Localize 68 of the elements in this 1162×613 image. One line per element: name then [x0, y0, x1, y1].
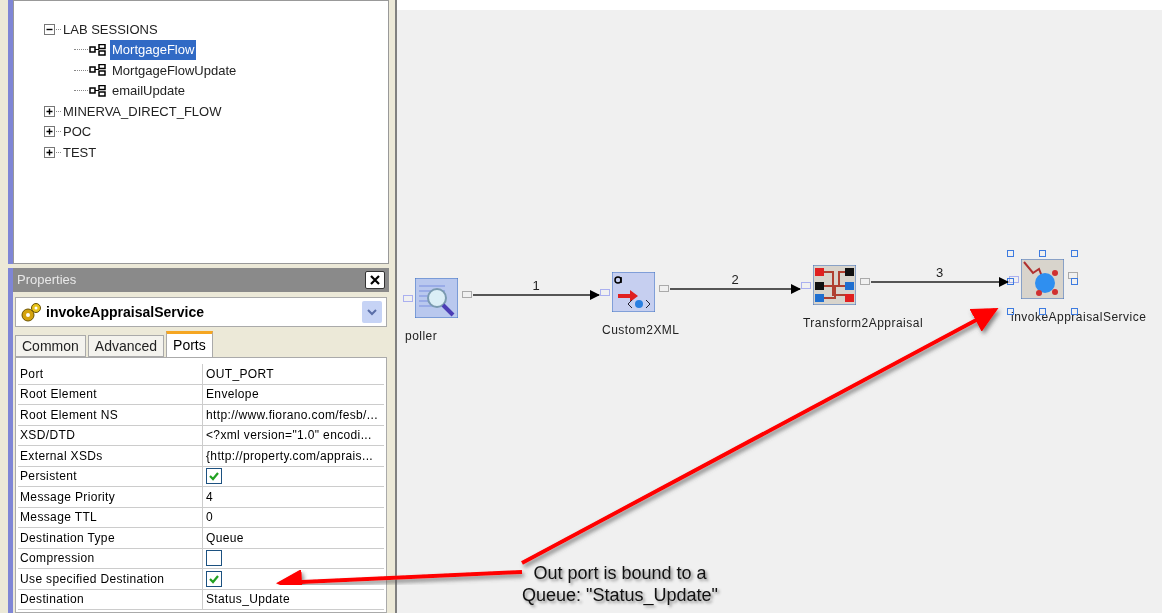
property-name: Persistent [18, 466, 203, 486]
checkbox[interactable] [206, 570, 222, 587]
tree-item[interactable]: MINERVA_DIRECT_FLOW [62, 101, 223, 121]
property-value: <?xml version="1.0" encodi... [206, 427, 372, 445]
expand-icon[interactable] [44, 146, 55, 158]
close-button[interactable] [365, 271, 385, 289]
flow-icon [89, 84, 107, 97]
node-label: poller [405, 328, 438, 345]
expand-icon[interactable] [44, 126, 55, 138]
property-value: Envelope [206, 386, 259, 404]
output-port [860, 278, 870, 285]
collapse-icon[interactable] [44, 23, 55, 35]
flow-icon [89, 43, 107, 56]
node-label: invokeAppraisalService [1011, 309, 1147, 326]
output-port [462, 291, 472, 298]
close-icon [369, 274, 381, 286]
annotation-text: Out port is bound to a Queue: "Status_Update" [521, 562, 719, 606]
property-value: 4 [206, 488, 214, 506]
tab[interactable]: Advanced [87, 335, 165, 357]
property-value: Queue [206, 529, 244, 547]
property-name: External XSDs [18, 446, 203, 466]
property-name: Compression [18, 548, 203, 568]
property-name: Root Element NS [18, 405, 203, 425]
component-name: invokeAppraisalService [46, 302, 205, 322]
property-value: {http://property.com/apprais... [206, 447, 373, 465]
tree-item[interactable]: TEST [62, 142, 98, 162]
output-port [1068, 272, 1078, 279]
property-value: Status_Update [206, 591, 291, 609]
component-node-icon[interactable] [415, 278, 458, 318]
component-node-icon[interactable] [612, 272, 655, 312]
property-name: Message Priority [18, 487, 203, 507]
property-name: Message TTL [18, 507, 203, 527]
expand-icon[interactable] [44, 105, 55, 117]
property-name: Destination Type [18, 528, 203, 548]
property-value: http://www.fiorano.com/fesb/... [206, 406, 378, 424]
component-node-icon[interactable] [1021, 259, 1064, 299]
tree-item[interactable]: LAB SESSIONS [62, 19, 159, 39]
output-port [659, 285, 669, 292]
tree-item[interactable]: MortgageFlowUpdate [110, 60, 239, 80]
node-label: Transform2Appraisal [803, 315, 924, 332]
panel-title: Properties [17, 271, 77, 290]
tree-item[interactable]: emailUpdate [110, 81, 187, 101]
property-name: Port [18, 364, 203, 384]
component-dropdown[interactable]: invokeAppraisalService [15, 297, 387, 327]
connection-label: 2 [731, 272, 739, 287]
input-port [600, 289, 610, 296]
property-name: XSD/DTD [18, 425, 203, 445]
connection-label: 3 [935, 265, 944, 280]
tree-item[interactable]: POC [62, 122, 93, 142]
connection-label: 1 [532, 278, 540, 293]
property-name: Root Element [18, 384, 203, 404]
input-port [801, 282, 811, 289]
property-value: 0 [206, 509, 214, 527]
dropdown-caret-icon[interactable] [362, 301, 382, 323]
input-port [403, 295, 413, 302]
tab[interactable]: Common [15, 335, 86, 357]
gears-icon [20, 302, 42, 322]
tree-item[interactable]: MortgageFlow [110, 40, 197, 60]
input-port [1009, 276, 1019, 283]
property-value: OUT_PORT [206, 365, 274, 383]
node-label: Custom2XML [602, 322, 680, 339]
property-name: Destination [18, 589, 203, 609]
checkbox[interactable] [206, 550, 222, 567]
property-name: Use specified Destination [18, 569, 203, 589]
flow-icon [89, 64, 107, 77]
tab[interactable]: Ports [166, 331, 213, 357]
checkbox[interactable] [206, 468, 222, 485]
component-node-icon[interactable] [813, 265, 856, 305]
